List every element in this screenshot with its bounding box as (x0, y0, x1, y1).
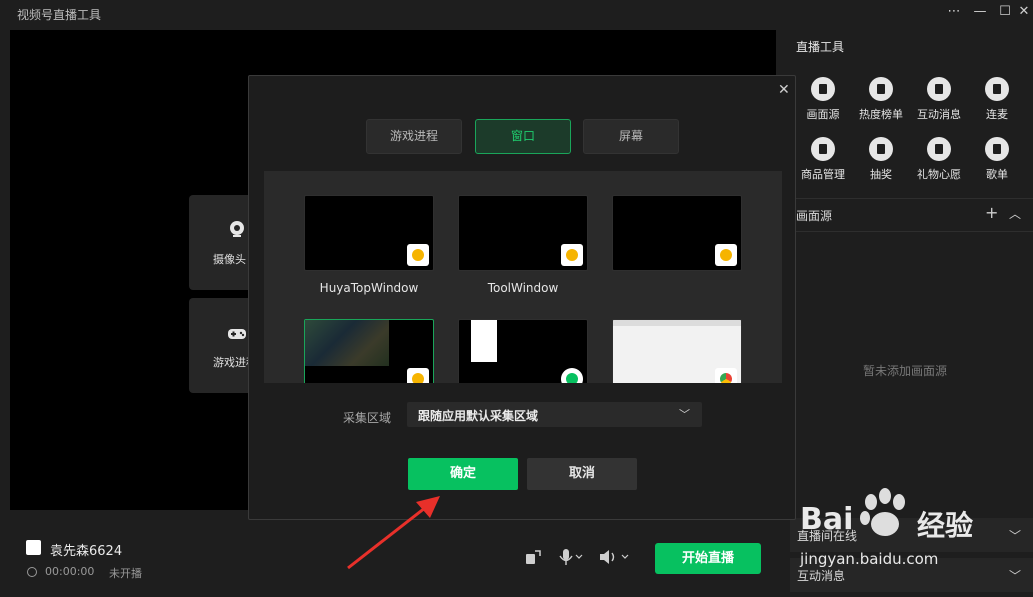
more-icon[interactable]: ⋯ (942, 3, 966, 21)
tool-messages[interactable]: 互动消息 (909, 77, 969, 122)
tool-source[interactable]: 画面源 (793, 77, 853, 122)
source-section-title: 画面源 (796, 209, 833, 223)
tool-products[interactable]: 商品管理 (793, 137, 853, 182)
music-icon (985, 137, 1009, 161)
rotate-screen-icon[interactable] (524, 548, 542, 566)
huya-app-icon (407, 368, 429, 383)
username: 袁先森6624 (50, 544, 123, 559)
window-thumb-label: HuyaTopWindow (319, 281, 419, 295)
chat-icon (927, 77, 951, 101)
heart-icon (927, 137, 951, 161)
watermark-brand: Bai (800, 502, 854, 537)
capture-source-dialog: ✕ 游戏进程 窗口 屏幕 HuyaTopWindow ToolWindow 采集… (248, 75, 796, 520)
huya-app-icon (715, 244, 737, 266)
browser-preview-image (613, 320, 741, 326)
watermark-brand-cn: 经验 (917, 509, 974, 542)
window-title: 视频号直播工具 (17, 8, 102, 22)
huya-app-icon (407, 244, 429, 266)
game-preview-image (305, 320, 389, 366)
window-thumb-game-selected[interactable] (304, 319, 434, 383)
app-window: 视频号直播工具 ⋯ — ☐ ✕ 摄像头 游戏进程 袁先森6624 00:00:0… (0, 0, 1033, 597)
baidu-watermark: Bai 经验 jingyan.baidu.com (795, 480, 1033, 597)
cancel-button[interactable]: 取消 (527, 458, 637, 490)
microphone-icon[interactable] (558, 548, 584, 566)
window-thumb-untitled[interactable] (612, 195, 742, 271)
phone-icon (985, 77, 1009, 101)
annotation-arrow (347, 496, 440, 570)
tool-lottery[interactable]: 抽奖 (851, 137, 911, 182)
tab-game-process[interactable]: 游戏进程 (366, 119, 462, 154)
list-icon (869, 77, 893, 101)
live-timer: 00:00:00 (45, 565, 95, 578)
add-source-icon[interactable]: + (985, 203, 998, 222)
camera-icon (230, 221, 244, 237)
camera-source-label: 摄像头 (213, 253, 246, 266)
clock-icon (27, 567, 37, 577)
wechat-app-icon (561, 368, 583, 383)
tab-screen[interactable]: 屏幕 (583, 119, 679, 154)
capture-area-label: 采集区域 (343, 411, 392, 425)
tool-gift-wish[interactable]: 礼物心愿 (909, 137, 969, 182)
chevron-down-icon: ﹀ (679, 408, 690, 421)
window-thumb-label: ToolWindow (487, 281, 559, 295)
gift-icon (869, 137, 893, 161)
empty-source-hint: 暂未添加画面源 (863, 364, 948, 378)
title-bar: 视频号直播工具 ⋯ — ☐ ✕ (0, 0, 1033, 28)
dialog-close-icon[interactable]: ✕ (778, 82, 790, 98)
chevron-up-icon[interactable]: ︿ (1009, 205, 1021, 222)
bag-icon (811, 137, 835, 161)
window-thumb-huyatop[interactable] (304, 195, 434, 271)
paw-logo-icon (860, 488, 905, 536)
source-icon (811, 77, 835, 101)
watermark-url: jingyan.baidu.com (800, 550, 939, 568)
huya-app-icon (561, 244, 583, 266)
start-live-button[interactable]: 开始直播 (655, 543, 761, 574)
tab-window[interactable]: 窗口 (475, 119, 571, 154)
tool-co-host[interactable]: 连麦 (967, 77, 1027, 122)
capture-area-value: 跟随应用默认采集区域 (418, 409, 539, 423)
wechat-preview-image (471, 320, 497, 362)
speaker-icon[interactable] (598, 548, 632, 566)
tools-panel-title: 直播工具 (796, 40, 845, 54)
tool-playlist[interactable]: 歌单 (967, 137, 1027, 182)
divider (785, 231, 1033, 232)
window-thumb-chrome[interactable] (612, 319, 742, 383)
window-thumb-wechat[interactable] (458, 319, 588, 383)
gamepad-icon (228, 329, 246, 339)
window-thumbnail-grid: HuyaTopWindow ToolWindow (264, 171, 782, 383)
minimize-icon[interactable]: — (968, 3, 992, 21)
window-thumb-toolwindow[interactable] (458, 195, 588, 271)
live-status: 未开播 (109, 567, 142, 580)
capture-area-select[interactable]: 跟随应用默认采集区域 ﹀ (407, 402, 702, 427)
avatar (26, 540, 41, 555)
close-icon[interactable]: ✕ (1012, 3, 1033, 21)
chrome-app-icon (715, 368, 737, 383)
divider (785, 198, 1033, 199)
tool-ranking[interactable]: 热度榜单 (851, 77, 911, 122)
